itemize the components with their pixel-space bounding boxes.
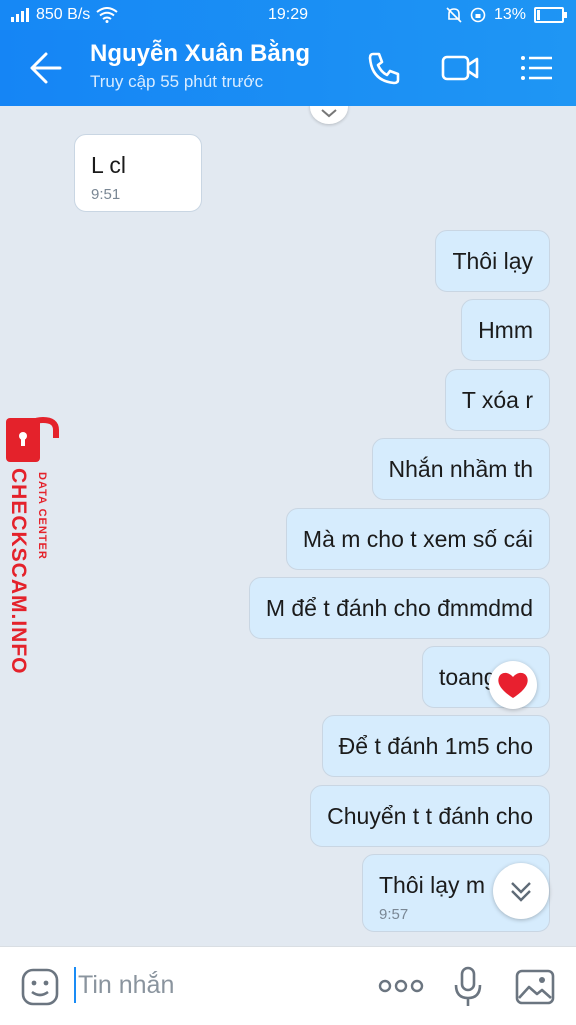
double-chevron-down-icon xyxy=(511,882,531,902)
message-text: T xóa r xyxy=(461,387,533,413)
last-seen-status: Truy cập 55 phút trước xyxy=(90,72,264,91)
message-list[interactable]: L cl 9:51 Thôi lạy Hmm T xóa r Nhắn nhầm… xyxy=(0,106,576,946)
menu-list-icon[interactable] xyxy=(516,48,556,88)
chat-header: Nguyễn Xuân Bằng Truy cập 55 phút trước xyxy=(0,30,576,106)
heart-icon xyxy=(498,672,528,698)
message-text: Để t đánh 1m5 cho xyxy=(338,733,533,759)
text-caret xyxy=(74,967,76,1003)
message-bubble-outgoing[interactable]: Mà m cho t xem số cái xyxy=(285,508,550,570)
microphone-icon[interactable] xyxy=(452,965,484,1009)
more-options-icon[interactable] xyxy=(378,975,424,997)
watermark-tag: DATA CENTER xyxy=(36,472,48,560)
message-text: Thôi lạy m xyxy=(379,872,486,898)
rotation-lock-icon xyxy=(470,7,486,23)
emoji-icon[interactable] xyxy=(20,967,60,1007)
video-call-icon[interactable] xyxy=(440,48,480,88)
message-text: Chuyển t t đánh cho xyxy=(327,803,533,829)
image-gallery-icon[interactable] xyxy=(514,967,556,1007)
message-text: Thôi lạy xyxy=(452,248,533,274)
battery-icon xyxy=(534,7,567,23)
message-bubble-outgoing[interactable]: Thôi lạy xyxy=(435,230,550,292)
chevron-down-icon xyxy=(321,109,337,118)
scroll-to-bottom-button[interactable] xyxy=(493,863,549,919)
watermark-brand: CHECKSCAM.INFO xyxy=(7,468,30,675)
message-time: 9:57 xyxy=(379,906,409,923)
reaction-heart[interactable] xyxy=(489,661,537,709)
message-bubble-outgoing[interactable]: Nhắn nhầm th xyxy=(371,438,550,500)
padlock-logo-icon xyxy=(6,416,59,462)
message-bubble-outgoing[interactable]: M để t đánh cho đmmdmd xyxy=(248,577,550,639)
battery-percent: 13% xyxy=(493,6,526,23)
message-text: M để t đánh cho đmmdmd xyxy=(265,595,533,621)
phone-call-icon[interactable] xyxy=(364,48,404,88)
message-bubble-outgoing[interactable]: Để t đánh 1m5 cho xyxy=(321,715,550,777)
contact-name[interactable]: Nguyễn Xuân Bằng xyxy=(90,40,310,68)
message-bubble-outgoing[interactable]: Hmm xyxy=(461,299,550,361)
message-text: Nhắn nhầm th xyxy=(388,456,533,482)
checkscam-watermark: CHECKSCAM.INFO DATA CENTER xyxy=(2,416,64,696)
status-bar: 850 B/s 19:29 13% xyxy=(0,0,576,30)
load-more-button[interactable] xyxy=(310,106,348,124)
back-arrow-icon[interactable] xyxy=(26,50,64,86)
message-input-bar: Tin nhắn xyxy=(0,946,576,1025)
message-bubble-incoming[interactable]: L cl 9:51 xyxy=(74,134,202,212)
mute-bell-icon xyxy=(446,7,462,23)
message-input[interactable]: Tin nhắn xyxy=(78,971,174,1000)
message-bubble-outgoing[interactable]: T xóa r xyxy=(444,369,550,431)
message-time: 9:51 xyxy=(91,186,121,203)
message-text: Hmm xyxy=(478,317,533,343)
message-text: toang xyxy=(439,664,497,690)
message-text: Mà m cho t xem số cái xyxy=(302,526,533,552)
message-bubble-outgoing[interactable]: Chuyển t t đánh cho xyxy=(310,785,550,847)
